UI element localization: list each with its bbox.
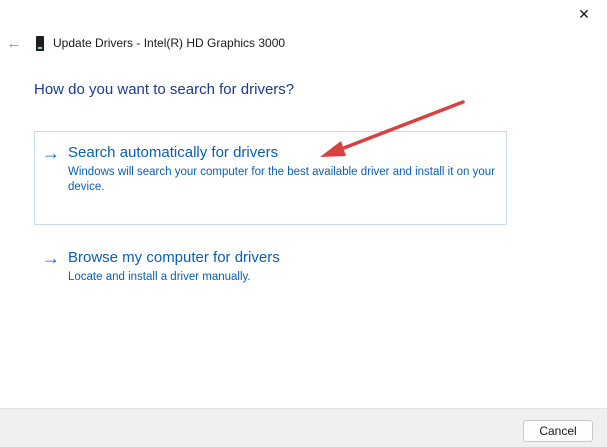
close-button[interactable]: ✕ (561, 0, 607, 28)
search-automatically-option[interactable]: → Search automatically for drivers Windo… (34, 131, 507, 225)
browse-computer-option[interactable]: → Browse my computer for drivers Locate … (34, 236, 507, 292)
dialog-footer: Cancel (0, 408, 607, 447)
title-bar: ← Update Drivers - Intel(R) HD Graphics … (0, 30, 560, 56)
back-arrow-icon[interactable]: ← (2, 35, 26, 52)
option-title: Search automatically for drivers (68, 144, 279, 161)
update-drivers-window: ✕ ← Update Drivers - Intel(R) HD Graphic… (0, 0, 608, 447)
option-description: Locate and install a driver manually. (68, 271, 251, 283)
close-icon: ✕ (578, 5, 590, 22)
page-heading: How do you want to search for drivers? (34, 81, 295, 98)
arrow-right-icon: → (42, 248, 60, 268)
display-adapter-icon (36, 35, 44, 51)
option-title: Browse my computer for drivers (68, 249, 280, 266)
window-title: Update Drivers - Intel(R) HD Graphics 30… (53, 36, 286, 50)
arrow-right-icon: → (42, 143, 60, 163)
cancel-button[interactable]: Cancel (523, 420, 593, 442)
option-description: Windows will search your computer for th… (68, 166, 495, 193)
